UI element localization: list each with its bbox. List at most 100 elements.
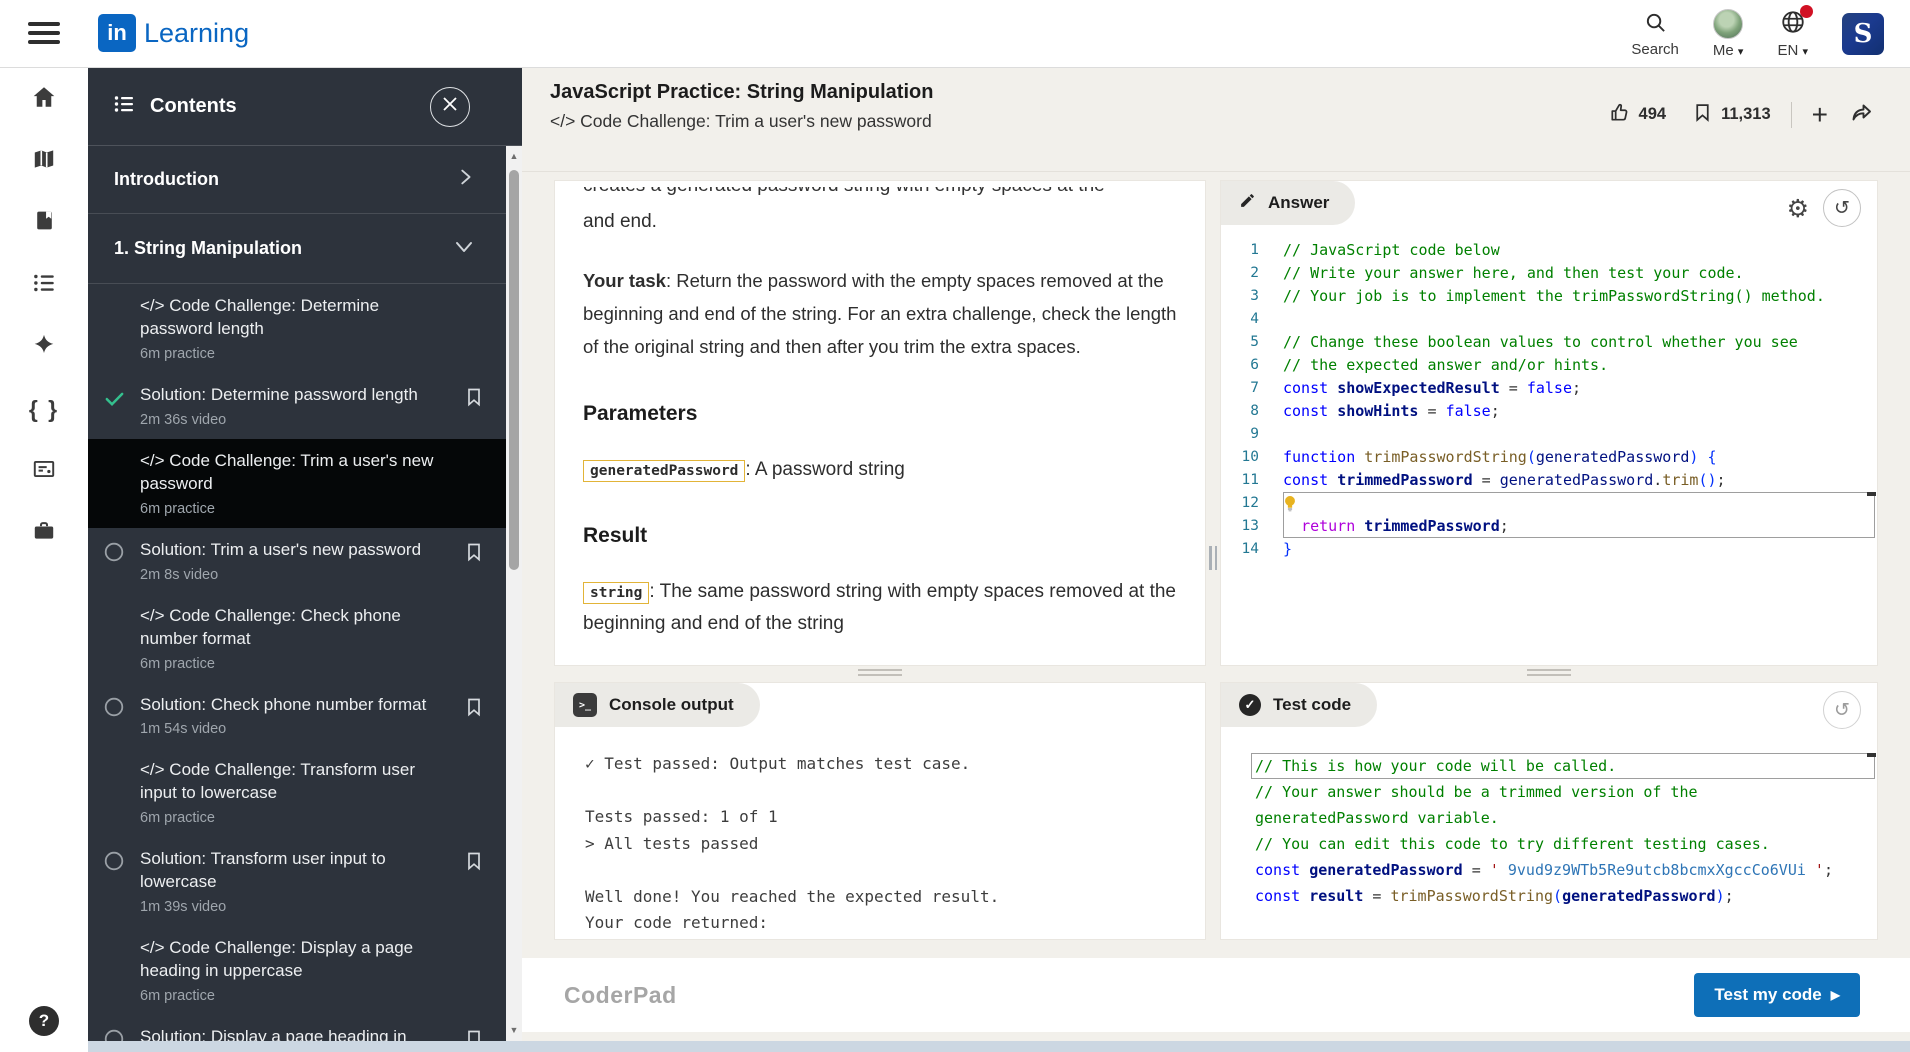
rail-briefcase-button[interactable] xyxy=(0,502,88,564)
code-line-3: 3 // Your job is to implement the trimPas… xyxy=(1221,285,1877,308)
globe-icon xyxy=(1780,5,1813,39)
test-code-editor[interactable]: // This is how your code will be called.… xyxy=(1221,753,1877,909)
horizontal-splitter-right[interactable] xyxy=(1527,669,1571,679)
no-bookmark xyxy=(452,605,496,672)
app-tile-s[interactable]: S xyxy=(1842,13,1884,55)
code-content: const showHints = false; xyxy=(1283,402,1500,420)
terminal-icon: >_ xyxy=(573,693,597,717)
contents-item-5[interactable]: Solution: Trim a user's new password 2m 8… xyxy=(88,528,506,594)
like-button[interactable] xyxy=(1608,101,1631,129)
bookmark-icon[interactable] xyxy=(452,848,496,915)
braces-icon: { } xyxy=(28,395,60,422)
code-content: // Change these boolean values to contro… xyxy=(1283,333,1798,351)
line-number: 2 xyxy=(1250,265,1259,281)
coderpad-footer: CoderPad Test my code ▶ xyxy=(522,958,1910,1032)
linkedin-learning-logo[interactable]: in Learning xyxy=(98,14,249,52)
section-label: Introduction xyxy=(114,169,219,189)
contents-item-6[interactable]: </> Code Challenge: Check phone number f… xyxy=(88,594,506,683)
test-code-tab[interactable]: ✓ Test code xyxy=(1221,683,1378,727)
search-button[interactable]: Search xyxy=(1631,11,1679,58)
contents-item-9[interactable]: Solution: Transform user input to lowerc… xyxy=(88,837,506,926)
contents-scrollbar[interactable]: ▲ ▼ xyxy=(506,146,522,1052)
lesson-title: Solution: Check phone number format xyxy=(140,694,427,714)
console-output-text: ✓ Test passed: Output matches test case.… xyxy=(585,751,1205,937)
code-line-1: 1 // JavaScript code below xyxy=(1221,239,1877,262)
settings-gear-icon[interactable]: ⚙ xyxy=(1787,194,1809,223)
language-menu[interactable]: EN ▾ xyxy=(1777,5,1813,59)
progress-circle-icon xyxy=(88,848,140,915)
contents-item-3[interactable]: Solution: Determine password length 2m 36… xyxy=(88,373,506,439)
contents-item-4-active[interactable]: </> Code Challenge: Trim a user's new pa… xyxy=(88,438,506,528)
bookmark-button[interactable] xyxy=(1692,102,1713,128)
console-output-tab[interactable]: >_ Console output xyxy=(555,683,760,727)
lesson-duration: 6m practice xyxy=(140,500,215,517)
rail-braces-button[interactable]: { } xyxy=(0,378,88,440)
contents-item-8[interactable]: </> Code Challenge: Transform user input… xyxy=(88,748,506,837)
bookmark-icon[interactable] xyxy=(452,384,496,428)
bookmark-icon[interactable] xyxy=(452,694,496,738)
scrollbar-thumb[interactable] xyxy=(509,170,519,570)
contents-section-0[interactable]: Introduction xyxy=(88,146,506,214)
task-description-panel: creates a generated password string with… xyxy=(554,180,1206,666)
sparkle-icon xyxy=(31,332,57,363)
hamburger-menu-icon[interactable] xyxy=(28,22,60,46)
horizontal-scrollbar[interactable] xyxy=(88,1041,1910,1052)
contents-item-10[interactable]: </> Code Challenge: Display a page headi… xyxy=(88,926,506,1015)
code-content: } xyxy=(1283,540,1293,558)
contents-item-2[interactable]: </> Code Challenge: Determine password l… xyxy=(88,284,506,373)
current-line-group: 12 13 return trimmedPassword; xyxy=(1221,492,1877,538)
contents-panel: Contents Introduction 1. String Manipulat… xyxy=(88,68,522,1052)
code-line-13: 13 return trimmedPassword; xyxy=(1221,515,1877,538)
bookmark-icon[interactable] xyxy=(452,539,496,583)
code-content: generatedPassword variable. xyxy=(1255,809,1499,827)
param-chip: generatedPassword xyxy=(583,459,746,482)
contents-section-1[interactable]: 1. String Manipulation xyxy=(88,214,506,284)
code-content: const result = trimPasswordString(genera… xyxy=(1255,887,1734,905)
vertical-splitter[interactable] xyxy=(1209,546,1217,570)
horizontal-splitter-left[interactable] xyxy=(858,669,902,679)
code-line-4: // You can edit this code to try differe… xyxy=(1221,831,1877,857)
your-task-paragraph: Your task: Return the password with the … xyxy=(583,270,1177,357)
course-header: JavaScript Practice: String Manipulation… xyxy=(522,68,1910,172)
close-contents-button[interactable] xyxy=(430,86,470,127)
reset-code-button[interactable]: ↺ xyxy=(1823,189,1861,227)
code-line-3: generatedPassword variable. xyxy=(1221,805,1877,831)
linkedin-learning-app: in Learning Search Me ▾ EN ▾ S { } ? Con… xyxy=(0,0,1910,1052)
rail-book-button[interactable] xyxy=(0,192,88,254)
scroll-up-arrow[interactable]: ▲ xyxy=(506,148,522,164)
lesson-title: </> Code Challenge: Determine password l… xyxy=(140,296,380,338)
me-menu[interactable]: Me ▾ xyxy=(1713,9,1743,59)
contents-item-7[interactable]: Solution: Check phone number format 1m 54… xyxy=(88,683,506,749)
line-number: 11 xyxy=(1241,472,1259,488)
rail-certificate-button[interactable] xyxy=(0,440,88,502)
lightbulb-icon[interactable] xyxy=(1283,492,1297,515)
result-row: string: The same password string with em… xyxy=(583,581,1177,635)
lesson-title: Solution: Transform user input to lowerc… xyxy=(140,849,386,892)
rail-sparkle-button[interactable] xyxy=(0,316,88,378)
test-code-panel: ✓ Test code ↺ // This is how your code w… xyxy=(1220,682,1878,940)
rail-list-button[interactable] xyxy=(0,254,88,316)
answer-tab[interactable]: Answer xyxy=(1221,181,1356,225)
add-button[interactable]: + xyxy=(1812,100,1828,128)
line-number: 14 xyxy=(1241,541,1259,557)
console-output-panel: >_ Console output ✓ Test passed: Output … xyxy=(554,682,1206,940)
rail-home-button[interactable] xyxy=(0,68,88,130)
reset-test-code-button[interactable]: ↺ xyxy=(1823,691,1861,729)
share-button[interactable] xyxy=(1850,100,1874,129)
parameters-heading: Parameters xyxy=(583,401,698,425)
answer-code-editor[interactable]: 1 // JavaScript code below 2 // Write your … xyxy=(1221,239,1877,561)
rail-map-button[interactable] xyxy=(0,130,88,192)
test-my-code-button[interactable]: Test my code ▶ xyxy=(1694,973,1860,1017)
console-line: > All tests passed xyxy=(585,833,759,853)
section-label: 1. String Manipulation xyxy=(114,238,302,258)
scroll-down-arrow[interactable]: ▼ xyxy=(506,1022,522,1038)
code-content: // Write your answer here, and then test… xyxy=(1283,264,1744,282)
progress-circle-icon xyxy=(88,694,140,738)
help-button[interactable]: ? xyxy=(29,1006,59,1036)
no-bookmark xyxy=(452,937,496,1004)
coderpad-logo: CoderPad xyxy=(564,982,677,1008)
code-line-12: 12 xyxy=(1221,492,1877,515)
progress-circle-icon xyxy=(88,539,140,583)
code-content: function trimPasswordString(generatedPas… xyxy=(1283,448,1717,466)
